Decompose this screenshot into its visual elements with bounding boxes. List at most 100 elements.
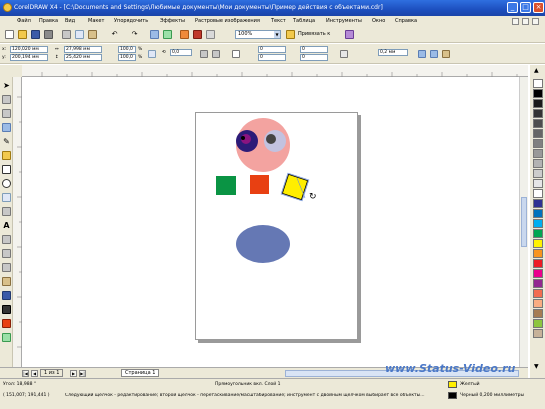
menu-arrange[interactable]: Упорядочить xyxy=(114,18,148,24)
menu-effects[interactable]: Эффекты xyxy=(160,18,185,24)
swatch-orange[interactable] xyxy=(533,249,543,258)
swatch-10-black[interactable] xyxy=(533,179,543,188)
doc-close-button[interactable] xyxy=(532,18,539,25)
zoom-levels-combo[interactable]: 100% ▼ xyxy=(235,30,281,39)
menu-file[interactable]: Файл xyxy=(17,18,31,24)
tab-page-1[interactable]: Страница 1 xyxy=(121,369,160,377)
document-page[interactable]: ↻ xyxy=(195,112,358,340)
snap-to-dropdown[interactable]: Привязать к xyxy=(298,31,330,37)
text-tool-icon[interactable]: A xyxy=(2,221,11,230)
prev-page-button[interactable]: ◀ xyxy=(31,370,38,377)
close-button[interactable]: × xyxy=(533,2,544,13)
height-field[interactable]: 25,420 мм xyxy=(64,54,102,61)
swatch-navy[interactable] xyxy=(533,199,543,208)
table-tool-icon[interactable] xyxy=(2,235,11,244)
swatch-80-black[interactable] xyxy=(533,109,543,118)
swatch-peach[interactable] xyxy=(533,299,543,308)
outline-color-indicator[interactable] xyxy=(448,392,457,399)
to-back-icon[interactable] xyxy=(430,50,438,58)
swatch-blue[interactable] xyxy=(533,209,543,218)
doc-minimize-button[interactable] xyxy=(512,18,519,25)
swatch-40-black[interactable] xyxy=(533,149,543,158)
swatch-red[interactable] xyxy=(533,259,543,268)
doc-restore-button[interactable] xyxy=(522,18,529,25)
outline-tool-icon[interactable] xyxy=(2,305,11,314)
basic-shapes-icon[interactable] xyxy=(2,207,11,216)
crop-tool-icon[interactable] xyxy=(2,109,11,118)
pick-tool-icon[interactable]: ➤ xyxy=(2,81,11,90)
coreldraw-app-icon[interactable] xyxy=(3,3,12,12)
next-page-button[interactable]: ▶ xyxy=(70,370,77,377)
swatch-salmon[interactable] xyxy=(533,289,543,298)
vertical-ruler[interactable] xyxy=(13,77,22,367)
width-field[interactable]: 27,998 мм xyxy=(64,46,102,53)
undo-icon[interactable]: ↶ xyxy=(110,30,119,39)
red-square[interactable] xyxy=(250,175,269,194)
menu-layout[interactable]: Макет xyxy=(88,18,104,24)
corner-roundness-3[interactable]: 0 xyxy=(300,46,328,53)
save-icon[interactable] xyxy=(31,30,40,39)
y-position-field[interactable]: 200,194 мм xyxy=(10,54,48,61)
convert-to-curves-icon[interactable] xyxy=(442,50,450,58)
menu-view[interactable]: Вид xyxy=(65,18,75,24)
swatch-70-black[interactable] xyxy=(533,119,543,128)
blue-ellipse[interactable] xyxy=(236,225,290,263)
swatch-60-black[interactable] xyxy=(533,129,543,138)
new-icon[interactable] xyxy=(5,30,14,39)
palette-scroll-down-icon[interactable]: ▼ xyxy=(534,363,539,370)
interactive-fill-icon[interactable] xyxy=(2,333,11,342)
green-square[interactable] xyxy=(216,176,236,195)
polygon-tool-icon[interactable] xyxy=(2,193,11,202)
outline-width-field[interactable]: 0,2 мм xyxy=(378,49,408,56)
paste-icon[interactable] xyxy=(88,30,97,39)
shape-tool-icon[interactable] xyxy=(2,95,11,104)
menu-table[interactable]: Таблица xyxy=(293,18,315,24)
open-icon[interactable] xyxy=(18,30,27,39)
dimension-tool-icon[interactable] xyxy=(2,249,11,258)
palette-scroll-up-icon[interactable]: ▲ xyxy=(534,67,539,74)
swatch-yellow[interactable] xyxy=(533,239,543,248)
menu-bitmaps[interactable]: Растровые изображения xyxy=(195,18,260,24)
corner-roundness-4[interactable]: 0 xyxy=(300,54,328,61)
swatch-tan[interactable] xyxy=(533,329,543,338)
eyedropper-tool-icon[interactable] xyxy=(2,291,11,300)
left-eye-dot[interactable] xyxy=(241,136,245,140)
first-page-button[interactable]: |◀ xyxy=(22,370,29,377)
corner-roundness-1[interactable]: 0 xyxy=(258,46,286,53)
corner-lock-icon[interactable] xyxy=(232,50,240,58)
options-icon[interactable] xyxy=(345,30,354,39)
vertical-scroll-thumb[interactable] xyxy=(521,197,527,247)
wrap-text-icon[interactable] xyxy=(340,50,348,58)
drawing-canvas[interactable]: ↻ xyxy=(22,77,528,367)
swatch-cyan[interactable] xyxy=(533,219,543,228)
minimize-button[interactable]: _ xyxy=(507,2,518,13)
export-icon[interactable] xyxy=(163,30,172,39)
swatch-black[interactable] xyxy=(533,89,543,98)
print-icon[interactable] xyxy=(44,30,53,39)
horizontal-ruler[interactable] xyxy=(22,65,528,77)
x-position-field[interactable]: 120,020 мм xyxy=(10,46,48,53)
rectangle-tool-icon[interactable] xyxy=(2,165,11,174)
scale-x-field[interactable]: 100,0 xyxy=(118,46,136,53)
ruler-corner[interactable] xyxy=(0,65,22,77)
swatch-30-black[interactable] xyxy=(533,159,543,168)
blend-tool-icon[interactable] xyxy=(2,277,11,286)
menu-help[interactable]: Справка xyxy=(395,18,417,24)
connector-tool-icon[interactable] xyxy=(2,263,11,272)
right-eye-pupil[interactable] xyxy=(266,134,276,144)
menu-tools[interactable]: Инструменты xyxy=(326,18,362,24)
swatch-white[interactable] xyxy=(533,189,543,198)
menu-window[interactable]: Окно xyxy=(372,18,385,24)
swatch-purple[interactable] xyxy=(533,279,543,288)
corel-online-icon[interactable] xyxy=(206,30,215,39)
application-launcher-icon[interactable] xyxy=(180,30,189,39)
rotation-angle-field[interactable]: 0,0 xyxy=(170,49,192,56)
scale-y-field[interactable]: 100,0 xyxy=(118,54,136,61)
swatch-lime[interactable] xyxy=(533,319,543,328)
swatch-brown[interactable] xyxy=(533,309,543,318)
freehand-tool-icon[interactable]: ✎ xyxy=(2,137,11,146)
copy-icon[interactable] xyxy=(75,30,84,39)
zoom-tool-icon[interactable] xyxy=(2,123,11,132)
fill-color-indicator[interactable] xyxy=(448,381,457,388)
smart-fill-icon[interactable] xyxy=(2,151,11,160)
